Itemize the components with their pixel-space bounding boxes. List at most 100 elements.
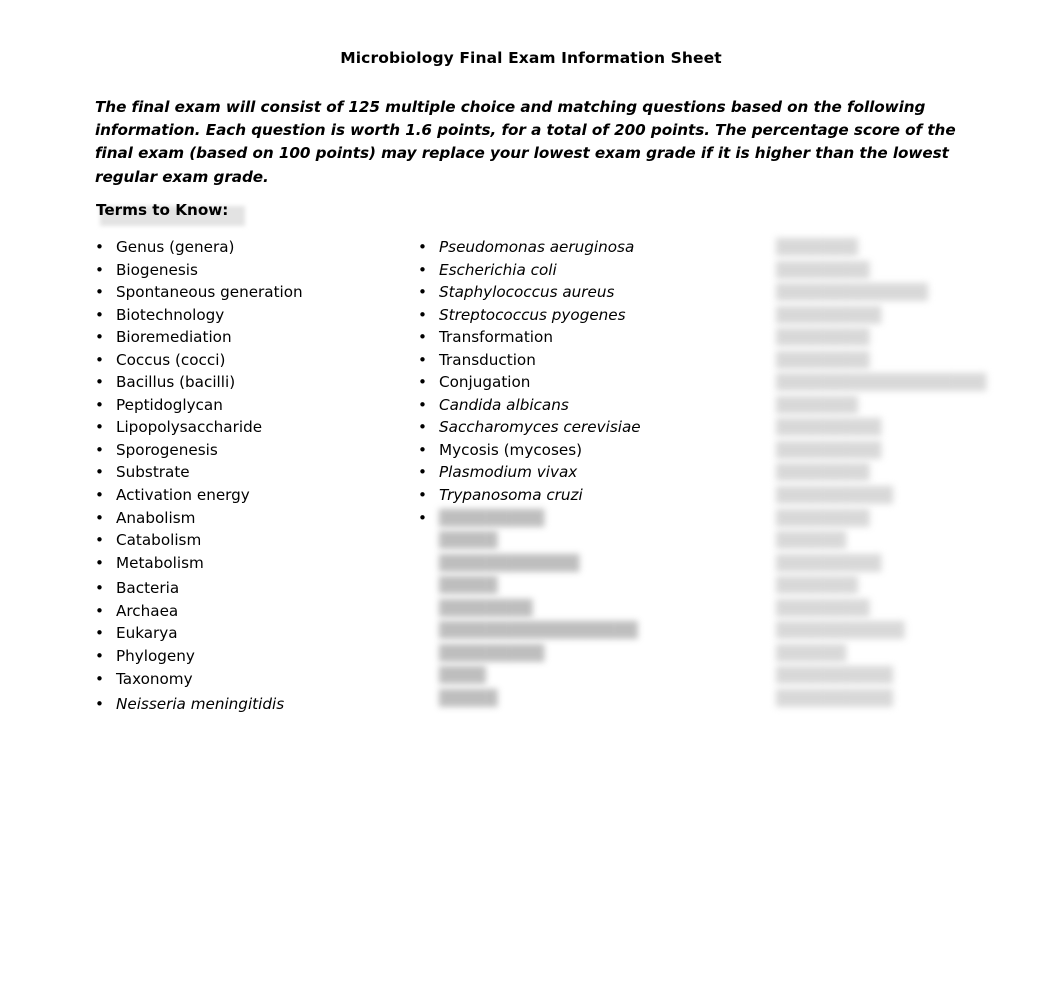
list-item-label: Plasmodium vivax (439, 463, 578, 482)
list-item-label: Staphylococcus aureus (439, 283, 615, 302)
bullet-icon: • (95, 486, 104, 505)
list-item: •███████ (755, 236, 1055, 259)
list-item-label: ████████ (776, 350, 870, 369)
list-item: •██████ (755, 529, 1055, 552)
list-item: •████████ (755, 507, 1055, 530)
bullet-icon: • (418, 283, 427, 302)
list-item: •█████████ (418, 642, 738, 665)
list-item-label: Transduction (439, 350, 536, 369)
terms-to-know-label: Terms to Know: (96, 201, 229, 219)
bullet-icon: • (95, 238, 104, 256)
list-item: • Sporogenesis (95, 439, 395, 462)
list-item-label: █████████ (776, 440, 882, 459)
list-item: • Spontaneous generation (95, 281, 395, 304)
document-page: Microbiology Final Exam Information Shee… (0, 0, 1062, 1001)
bullet-icon: • (95, 305, 104, 324)
list-item-label: Saccharomyces cerevisiae (439, 418, 641, 437)
list-item: •█████ (418, 529, 738, 552)
list-item: • Metabolism (95, 552, 395, 575)
list-item: •██████████████████ (755, 371, 1055, 394)
list-item: • Taxonomy (95, 668, 395, 691)
list-item: • Candida albicans (418, 394, 738, 417)
list-item-label: ████████ (776, 598, 870, 617)
list-item-label: ██████████ (776, 486, 893, 505)
list-item: •██████ (755, 642, 1055, 665)
bullet-icon: • (418, 486, 427, 505)
list-item: • Coccus (cocci) (95, 349, 395, 372)
list-item-label: Archaea (116, 601, 179, 620)
list-item-label: █████ (439, 531, 498, 550)
page-title: Microbiology Final Exam Information Shee… (340, 49, 722, 67)
list-item-label: Coccus (cocci) (116, 350, 226, 369)
bullet-icon: • (95, 531, 104, 550)
list-item-label: ████████████ (439, 553, 580, 572)
list-item: • Neisseria meningitidis (95, 693, 395, 716)
list-item: • Peptidoglycan (95, 394, 395, 417)
list-item: •█████████████████ (418, 619, 738, 642)
list-item-label: ██████████ (776, 666, 893, 685)
list-item: •████████ (755, 259, 1055, 282)
list-item-label: Phylogeny (116, 647, 195, 666)
terms-column-3: •███████•████████•█████████████•████████… (755, 236, 1055, 709)
list-item-label: █████ (439, 688, 498, 707)
list-item-label: ████████ (776, 260, 870, 279)
list-item: • Archaea (95, 600, 395, 623)
list-item-label: Lipopolysaccharide (116, 418, 263, 437)
list-item-label: ██████████████████ (776, 373, 987, 392)
list-item-label: Peptidoglycan (116, 395, 223, 414)
bullet-icon: • (418, 260, 427, 279)
list-item: •█████████████ (755, 281, 1055, 304)
bullet-icon: • (418, 463, 427, 482)
list-item-label: ███████████ (776, 621, 905, 640)
bullet-icon: • (418, 395, 427, 414)
bullet-icon: • (95, 373, 104, 392)
list-item: • Pseudomonas aeruginosa (418, 236, 738, 259)
list-item: • Escherichia coli (418, 259, 738, 282)
list-item-label: ██████ (776, 643, 847, 662)
list-item: • Transduction (418, 349, 738, 372)
list-item-label: Activation energy (116, 486, 250, 505)
list-item-label: Mycosis (mycoses) (439, 440, 583, 459)
list-item-label: Neisseria meningitidis (116, 695, 285, 714)
list-item: •████████ (418, 597, 738, 620)
bullet-icon: • (95, 328, 104, 347)
terms-column-1: • Genus (genera) • Biogenesis • Spontaneous g… (95, 236, 395, 716)
list-item: • Biogenesis (95, 259, 395, 282)
list-item-label: ████ (439, 666, 486, 685)
list-item-label: Pseudomonas aeruginosa (439, 238, 635, 256)
list-item: •████████████ (418, 552, 738, 575)
bullet-icon: • (95, 647, 104, 666)
bullet-icon: • (418, 373, 427, 392)
list-item: • Bacillus (bacilli) (95, 371, 395, 394)
list-item-label: Streptococcus pyogenes (439, 305, 626, 324)
list-item-label: ███████ (776, 395, 858, 414)
list-item: • Lipopolysaccharide (95, 416, 395, 439)
list-item-label: ███████ (776, 238, 858, 256)
bullet-icon: • (95, 283, 104, 302)
list-item-label: █████████ (439, 508, 545, 527)
list-item: •█████████ (755, 552, 1055, 575)
list-item: •██████████ (755, 664, 1055, 687)
bullet-icon: • (95, 395, 104, 414)
list-item-label: Catabolism (116, 531, 202, 550)
list-item: • Bioremediation (95, 326, 395, 349)
list-item-label: Candida albicans (439, 395, 569, 414)
list-item: • Bacteria (95, 577, 395, 600)
list-item-label: Escherichia coli (439, 260, 557, 279)
list-item-label: ████████ (776, 463, 870, 482)
bullet-icon: • (418, 350, 427, 369)
bullet-icon: • (418, 305, 427, 324)
list-item-label: ██████ (776, 531, 847, 550)
list-item: •████████ (755, 326, 1055, 349)
list-item-label: █████████ (776, 418, 882, 437)
list-item: •█████████ (418, 507, 738, 530)
terms-column-2: • Pseudomonas aeruginosa • Escherichia coli… (418, 236, 738, 709)
bullet-icon: • (95, 601, 104, 620)
list-item: • Trypanosoma cruzi (418, 484, 738, 507)
list-item-label: Anabolism (116, 508, 196, 527)
list-item: • Plasmodium vivax (418, 461, 738, 484)
list-item: •████████ (755, 597, 1055, 620)
list-item-label: █████████ (776, 553, 882, 572)
list-item-label: Taxonomy (116, 669, 193, 688)
list-item-label: Bacteria (116, 579, 180, 598)
